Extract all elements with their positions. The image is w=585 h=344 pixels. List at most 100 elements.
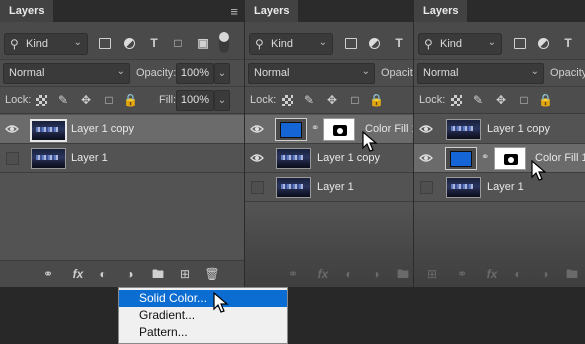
type-filter-icon[interactable]: T [392, 36, 406, 50]
opacity-dropdown-button[interactable]: ⌄ [214, 63, 230, 84]
lock-artboard-icon[interactable]: □ [348, 93, 362, 107]
eye-icon[interactable] [5, 122, 19, 136]
layer-thumbnail [276, 177, 311, 198]
type-filter-icon[interactable]: T [147, 36, 161, 50]
adjustment-icon[interactable]: ◑ [537, 267, 553, 281]
folder-icon[interactable]: 🖿 [150, 267, 166, 281]
eye-icon[interactable] [250, 122, 264, 136]
smart-object-filter-icon[interactable]: ▣ [196, 36, 210, 50]
color-fill-swatch[interactable] [445, 147, 477, 170]
lock-row: Lock: ✎ ✥ □ 🔒 [414, 87, 585, 114]
visibility-toggle[interactable] [6, 152, 19, 165]
layers-tab[interactable]: Layers [414, 0, 468, 22]
mask-icon[interactable]: ◐ [341, 267, 357, 281]
kind-filter-select[interactable]: ⚲ Kind ⌄ [4, 33, 88, 55]
pixel-filter-icon[interactable] [99, 38, 111, 49]
menu-item-pattern[interactable]: Pattern... [119, 324, 287, 341]
lock-all-icon[interactable]: 🔒 [369, 93, 384, 107]
layer-row[interactable]: Layer 1 copy [245, 144, 414, 173]
folder-icon[interactable]: 🖿 [564, 267, 580, 281]
new-layer-icon[interactable]: ⊞ [424, 267, 440, 281]
lock-label: Lock: [5, 94, 32, 106]
layer-row[interactable]: Layer 1 [414, 173, 585, 202]
layer-thumbnail [276, 148, 311, 169]
lock-all-icon[interactable]: 🔒 [123, 93, 138, 107]
layers-tab[interactable]: Layers [245, 0, 299, 22]
pixel-filter-icon[interactable] [514, 38, 526, 49]
lock-brush-icon[interactable]: ✎ [302, 93, 316, 107]
layer-row[interactable]: Layer 1 [245, 173, 414, 202]
visibility-toggle[interactable] [251, 181, 264, 194]
folder-icon[interactable]: 🖿 [395, 267, 411, 281]
fill-dropdown-button[interactable]: ⌄ [214, 90, 230, 111]
opacity-label: Opacity: [381, 67, 414, 79]
shape-filter-icon[interactable]: □ [171, 36, 185, 50]
blend-mode-label: Normal [423, 67, 459, 79]
layer-name: Layer 1 copy [317, 152, 380, 164]
lock-position-icon[interactable]: ✥ [325, 93, 339, 107]
layer-row[interactable]: ⚭ Color Fill 1 [414, 144, 585, 173]
trash-icon[interactable]: 🗑 [204, 267, 220, 281]
link-icon[interactable]: ⚭ [40, 267, 56, 281]
layer-row[interactable]: Layer 1 copy [0, 115, 244, 144]
visibility-toggle[interactable] [420, 181, 433, 194]
link-icon[interactable]: ⚭ [285, 267, 301, 281]
layer-mask-thumbnail[interactable] [323, 118, 355, 141]
mouse-cursor-icon [531, 160, 547, 181]
eye-icon[interactable] [419, 122, 433, 136]
lock-transparent-icon[interactable] [282, 95, 293, 106]
color-fill-swatch[interactable] [275, 118, 307, 141]
blend-mode-select[interactable]: Normal ⌄ [248, 63, 375, 84]
lock-brush-icon[interactable]: ✎ [56, 93, 70, 107]
kind-filter-select[interactable]: ⚲ Kind ⌄ [418, 33, 502, 55]
fx-icon[interactable]: fx [315, 267, 331, 281]
fill-color-chip [450, 151, 472, 167]
layer-thumbnail [31, 148, 66, 169]
new-layer-icon[interactable]: ⊞ [177, 267, 193, 281]
fx-icon[interactable]: fx [484, 267, 500, 281]
kind-filter-select[interactable]: ⚲ Kind ⌄ [249, 33, 333, 55]
panel-menu-icon[interactable]: ≡ [230, 4, 238, 19]
layer-name: Layer 1 copy [487, 123, 550, 135]
blend-row: Normal ⌄ Opacity: [245, 60, 414, 87]
menu-item-solid-color[interactable]: Solid Color... [119, 290, 287, 307]
lock-transparent-icon[interactable] [36, 95, 47, 106]
mask-icon[interactable]: ◐ [95, 267, 111, 281]
lock-position-icon[interactable]: ✥ [79, 93, 93, 107]
type-filter-icon[interactable]: T [561, 36, 575, 50]
lock-position-icon[interactable]: ✥ [494, 93, 508, 107]
chain-link-icon[interactable]: ⚭ [311, 123, 319, 134]
adjustment-filter-icon[interactable] [538, 38, 549, 49]
opacity-field[interactable]: 100% [176, 63, 214, 84]
kind-filter-label: Kind [271, 38, 294, 50]
layer-mask-thumbnail[interactable] [494, 147, 526, 170]
mask-icon[interactable]: ◐ [510, 267, 526, 281]
panel-footer: ⚭ fx ◐ ◑ 🖿 [245, 261, 414, 287]
layer-thumbnail [446, 177, 481, 198]
blend-mode-select[interactable]: Normal ⌄ [3, 63, 130, 84]
layers-tab[interactable]: Layers [0, 0, 54, 22]
pixel-filter-icon[interactable] [345, 38, 357, 49]
layer-row[interactable]: ⚭ Color Fill 1 [245, 115, 414, 144]
adjustment-icon[interactable]: ◑ [122, 267, 138, 281]
lock-transparent-icon[interactable] [451, 95, 462, 106]
menu-item-gradient[interactable]: Gradient... [119, 307, 287, 324]
filter-toggle[interactable] [219, 32, 229, 53]
lock-artboard-icon[interactable]: □ [517, 93, 531, 107]
eye-icon[interactable] [250, 151, 264, 165]
fx-icon[interactable]: fx [70, 267, 86, 281]
lock-all-icon[interactable]: 🔒 [538, 93, 553, 107]
layer-row[interactable]: Layer 1 copy [414, 115, 585, 144]
lock-brush-icon[interactable]: ✎ [471, 93, 485, 107]
blend-mode-select[interactable]: Normal ⌄ [417, 63, 544, 84]
eye-icon[interactable] [419, 151, 433, 165]
link-icon[interactable]: ⚭ [454, 267, 470, 281]
lock-row: Lock: ✎ ✥ □ 🔒 Fill: 100% ⌄ [0, 87, 244, 114]
adjustment-icon[interactable]: ◑ [368, 267, 384, 281]
fill-field[interactable]: 100% [176, 90, 214, 111]
adjustment-filter-icon[interactable] [369, 38, 380, 49]
chain-link-icon[interactable]: ⚭ [481, 152, 489, 163]
lock-artboard-icon[interactable]: □ [102, 93, 116, 107]
layer-row[interactable]: Layer 1 [0, 144, 244, 173]
adjustment-filter-icon[interactable] [124, 38, 135, 49]
